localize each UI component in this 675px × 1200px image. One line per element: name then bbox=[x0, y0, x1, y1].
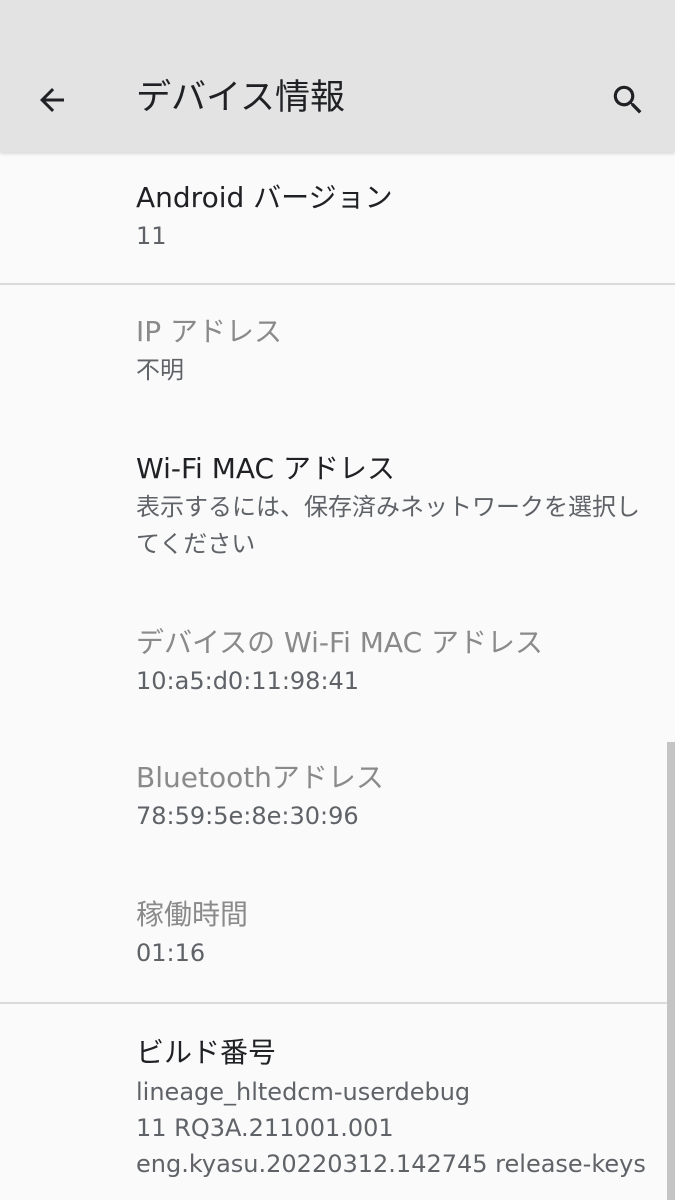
search-button[interactable] bbox=[596, 68, 660, 132]
pref-summary: lineage_hltedcm-userdebug 11 RQ3A.211001… bbox=[136, 1078, 646, 1178]
pref-title: IP アドレス bbox=[136, 315, 283, 348]
preference-list: Android バージョン 11 IP アドレス 不明 Wi-Fi MAC アド… bbox=[0, 152, 675, 1200]
pref-summary: 10:a5:d0:11:98:41 bbox=[136, 667, 360, 695]
pref-summary: 表示するには、保存済みネットワークを選択してください bbox=[136, 493, 640, 558]
pref-wifi-mac-address[interactable]: Wi-Fi MAC アドレス 表示するには、保存済みネットワークを選択してくださ… bbox=[0, 418, 675, 592]
scrollbar[interactable] bbox=[667, 742, 675, 1200]
app-bar: デバイス情報 bbox=[0, 44, 675, 152]
pref-uptime: 稼働時間 01:16 bbox=[0, 863, 675, 1002]
status-bar bbox=[0, 0, 675, 44]
pref-device-wifi-mac-address: デバイスの Wi-Fi MAC アドレス 10:a5:d0:11:98:41 bbox=[0, 592, 675, 727]
pref-title: 稼働時間 bbox=[136, 898, 249, 931]
pref-title: ビルド番号 bbox=[136, 1036, 277, 1069]
pref-android-version[interactable]: Android バージョン 11 bbox=[0, 152, 675, 284]
pref-ip-address: IP アドレス 不明 bbox=[0, 285, 675, 418]
pref-summary: 11 bbox=[136, 222, 167, 250]
arrow-left-icon bbox=[40, 88, 64, 112]
pref-summary: 01:16 bbox=[136, 939, 206, 967]
back-button[interactable] bbox=[20, 68, 84, 132]
pref-title: Android バージョン bbox=[136, 181, 393, 214]
pref-title: Wi-Fi MAC アドレス bbox=[136, 452, 395, 485]
search-icon bbox=[613, 85, 642, 114]
pref-summary: 不明 bbox=[136, 356, 184, 384]
pref-title: Bluetoothアドレス bbox=[136, 761, 384, 794]
pref-bluetooth-address: Bluetoothアドレス 78:59:5e:8e:30:96 bbox=[0, 727, 675, 863]
pref-build-number[interactable]: ビルド番号 lineage_hltedcm-userdebug 11 RQ3A.… bbox=[0, 1004, 675, 1200]
page-title: デバイス情報 bbox=[136, 78, 345, 118]
pref-summary: 78:59:5e:8e:30:96 bbox=[136, 802, 359, 830]
pref-title: デバイスの Wi-Fi MAC アドレス bbox=[136, 626, 544, 659]
